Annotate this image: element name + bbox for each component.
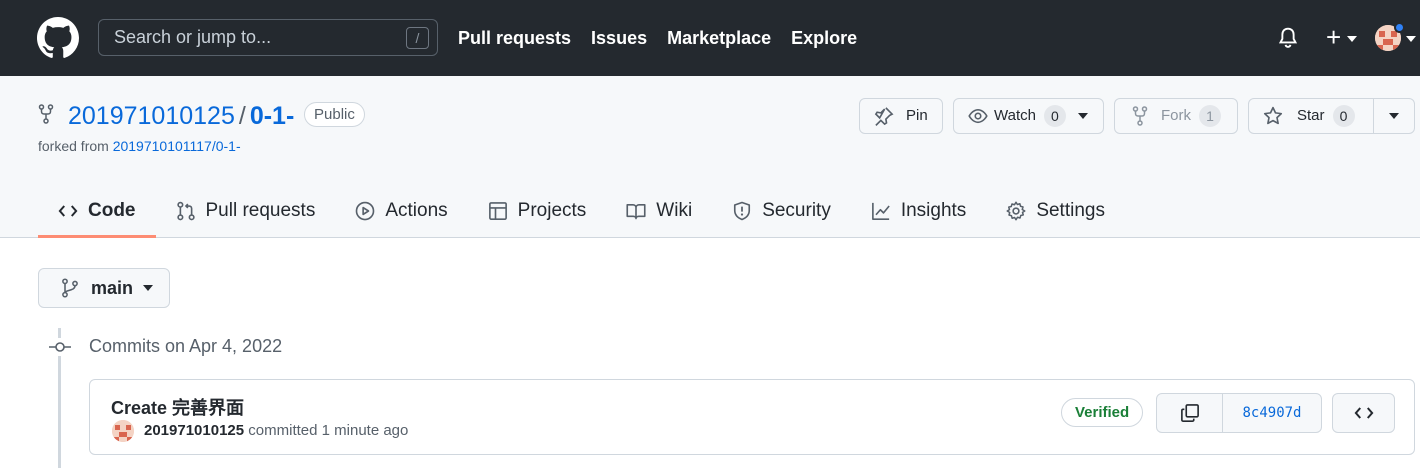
star-counter: 0 — [1332, 105, 1355, 127]
commit-title-link[interactable]: Create 完善界面 — [111, 394, 244, 420]
repo-name-link[interactable]: 0-1- — [250, 102, 294, 130]
commit-sha-link[interactable]: 8c4907d — [1223, 394, 1321, 432]
tab-label: Actions — [385, 200, 448, 221]
header-actions: + — [1260, 0, 1420, 76]
git-branch-icon — [62, 278, 78, 298]
watch-label: Watch — [994, 107, 1036, 124]
search-placeholder: Search or jump to... — [114, 27, 272, 47]
chevron-down-icon[interactable] — [1406, 36, 1416, 42]
commit-group-title: Commits on Apr 4, 2022 — [89, 336, 283, 356]
tab-label: Projects — [517, 200, 587, 221]
book-icon — [626, 203, 646, 220]
nav-pull-requests[interactable]: Pull requests — [458, 28, 571, 49]
tab-label: Insights — [900, 200, 967, 221]
avatar[interactable] — [112, 420, 134, 442]
plus-icon[interactable]: + — [1326, 22, 1341, 52]
tab-wiki[interactable]: Wiki — [606, 184, 712, 238]
watch-button[interactable]: Watch 0 — [953, 98, 1104, 134]
commit-time: 1 minute ago — [321, 422, 409, 439]
pull-request-icon — [176, 201, 195, 221]
repo-forked-icon — [38, 104, 54, 124]
branch-name: main — [91, 277, 134, 298]
chevron-down-icon[interactable] — [1347, 36, 1357, 42]
nav-explore[interactable]: Explore — [791, 28, 857, 49]
copy-sha-button[interactable] — [1157, 394, 1223, 432]
chevron-down-icon — [143, 285, 154, 291]
watch-counter: 0 — [1043, 105, 1066, 127]
commit-author-link[interactable]: 201971010125 — [144, 422, 244, 439]
tab-label: Settings — [1036, 200, 1105, 221]
repo-tabs: Code Pull requests Actions Projects Wiki… — [38, 184, 1125, 238]
global-header: Search or jump to... / Pull requests Iss… — [0, 0, 1420, 76]
browse-repo-at-commit-button[interactable] — [1332, 393, 1395, 433]
tab-actions[interactable]: Actions — [335, 184, 467, 238]
play-icon — [356, 201, 375, 221]
tab-code[interactable]: Code — [38, 184, 156, 238]
table-icon — [488, 202, 507, 220]
star-icon — [1263, 106, 1283, 125]
nav-issues[interactable]: Issues — [591, 28, 647, 49]
tab-security[interactable]: Security — [712, 184, 851, 238]
fork-counter: 1 — [1199, 105, 1221, 127]
fork-button[interactable]: Fork 1 — [1114, 98, 1238, 134]
verified-badge[interactable]: Verified — [1061, 398, 1144, 427]
nav-marketplace[interactable]: Marketplace — [667, 28, 771, 49]
commit-action-text: committed — [244, 422, 322, 439]
github-logo-icon[interactable] — [37, 17, 79, 59]
commit-list-item: Create 完善界面 201971010125 committed 1 min… — [89, 379, 1415, 455]
tab-settings[interactable]: Settings — [986, 184, 1125, 238]
repo-owner-link[interactable]: 201971010125 — [68, 102, 235, 130]
tab-insights[interactable]: Insights — [851, 184, 986, 238]
star-label: Star — [1297, 107, 1325, 124]
code-icon — [1354, 407, 1373, 419]
tab-label: Pull requests — [205, 200, 316, 221]
eye-icon — [968, 108, 988, 124]
branch-selector[interactable]: main — [38, 268, 170, 308]
copy-icon — [1180, 404, 1199, 422]
commit-meta: 201971010125 committed 1 minute ago — [144, 422, 408, 439]
forked-from: forked from 2019710101117/0-1- — [38, 138, 241, 154]
forked-source-link[interactable]: 2019710101117/0-1- — [113, 138, 241, 154]
pin-button[interactable]: Pin — [859, 98, 943, 134]
repo-title: 201971010125/0-1- — [68, 100, 294, 132]
pin-icon — [874, 107, 894, 126]
chevron-down-icon — [1389, 113, 1399, 119]
code-icon — [58, 205, 78, 217]
repo-forked-icon — [1132, 106, 1148, 126]
graph-icon — [871, 202, 890, 220]
star-button[interactable]: Star 0 — [1248, 98, 1374, 134]
tab-pull-requests[interactable]: Pull requests — [156, 184, 336, 238]
visibility-badge: Public — [304, 102, 365, 127]
tab-label: Wiki — [656, 200, 693, 221]
shield-icon — [734, 201, 751, 221]
search-shortcut-key: / — [406, 27, 429, 49]
notification-dot — [1394, 22, 1405, 33]
commit-sha-group: 8c4907d — [1156, 393, 1322, 433]
repo-title-separator: / — [238, 102, 246, 130]
chevron-down-icon — [1077, 113, 1088, 119]
tab-label: Security — [762, 200, 831, 221]
repo-header: 201971010125/0-1- Public forked from 201… — [0, 76, 1420, 238]
tab-label: Code — [88, 200, 136, 221]
fork-label: Fork — [1161, 107, 1191, 124]
pin-label: Pin — [906, 107, 928, 124]
star-list-dropdown[interactable] — [1373, 98, 1415, 134]
global-nav: Pull requests Issues Marketplace Explore — [458, 0, 857, 76]
gear-icon — [1006, 201, 1026, 221]
git-commit-icon — [48, 338, 72, 356]
tab-projects[interactable]: Projects — [468, 184, 607, 238]
search-input[interactable]: Search or jump to... / — [98, 19, 438, 56]
bell-icon[interactable] — [1278, 26, 1298, 50]
forked-from-label: forked from — [38, 138, 113, 154]
